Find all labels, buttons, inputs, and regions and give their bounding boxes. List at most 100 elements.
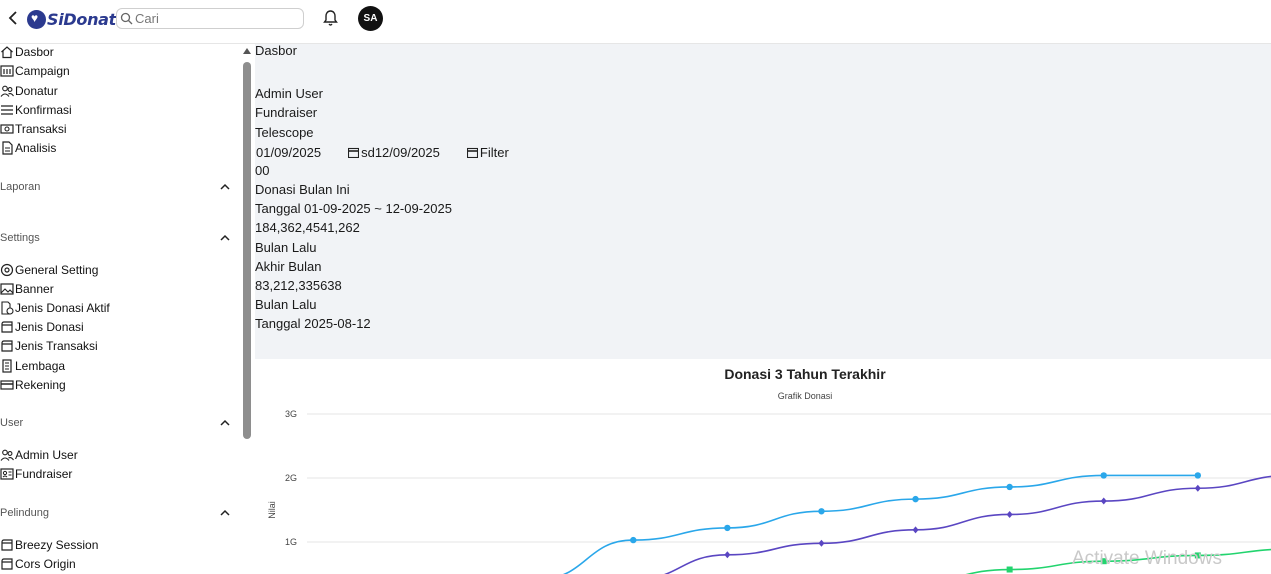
wallet-icon (1, 340, 13, 352)
data-point (630, 536, 637, 544)
sidebar-item-label: Lembaga (15, 359, 66, 373)
campaign-icon (0, 65, 14, 77)
sidebar-item-campaign[interactable]: Campaign (0, 62, 70, 80)
sidebar: Dasbor Campaign Donatur Konfirmasi Trans… (0, 44, 240, 574)
sidebar-item-dasbor[interactable]: Dasbor (0, 43, 54, 61)
sidebar-item-transaksi[interactable]: Transaksi (0, 120, 67, 138)
y-tick-label: 2G (285, 473, 297, 483)
data-point (912, 495, 919, 503)
y-tick-label: 1G (285, 537, 297, 547)
this-month-values: 184,362,4541,262 (255, 220, 360, 235)
prev-month-values: 83,212,335638 (255, 278, 342, 293)
data-point (1006, 483, 1013, 491)
data-point (1194, 484, 1201, 492)
sidebar-item-breezy-session[interactable]: Breezy Session (0, 536, 98, 554)
data-point (724, 551, 731, 559)
bell-icon[interactable] (322, 9, 339, 32)
search-input[interactable] (135, 11, 295, 26)
section-label: User (0, 417, 24, 429)
sidebar-item-label: Breezy Session (15, 538, 99, 552)
breadcrumb[interactable]: Dasbor (255, 42, 297, 60)
prev-month-date: Tanggal 2025-08-12 (255, 316, 371, 331)
sidebar-item-label: Jenis Donasi Aktif (15, 301, 110, 315)
tab-fundraiser[interactable]: Fundraiser (255, 104, 317, 122)
data-point (1100, 472, 1107, 479)
sidebar-item-label: Donatur (15, 84, 58, 98)
id-card-icon (0, 468, 14, 480)
sidebar-item-fundraiser[interactable]: Fundraiser (0, 465, 72, 483)
card-icon (0, 380, 14, 390)
y-tick-label: 3G (285, 409, 297, 419)
section-label: Pelindung (0, 507, 49, 519)
data-point (1006, 510, 1013, 518)
section-user[interactable]: User (0, 417, 234, 433)
data-point (724, 524, 731, 532)
sidebar-item-analisis[interactable]: Analisis (0, 139, 56, 157)
image-icon (0, 283, 14, 295)
end-month-label: Akhir Bulan (255, 259, 322, 274)
sidebar-item-banner[interactable]: Banner (0, 280, 54, 298)
count-value: 00 (255, 163, 270, 178)
data-point (818, 539, 825, 547)
sidebar-item-donatur[interactable]: Donatur (0, 82, 58, 100)
sidebar-item-konfirmasi[interactable]: Konfirmasi (0, 101, 72, 119)
sidebar-item-lembaga[interactable]: Lembaga (0, 357, 65, 375)
sidebar-item-label: Fundraiser (15, 467, 73, 481)
wallet-icon (1, 539, 13, 551)
chevron-up-icon (220, 234, 230, 241)
section-pelindung[interactable]: Pelindung (0, 507, 234, 523)
sidebar-item-admin-user[interactable]: Admin User (0, 446, 78, 464)
date-separator: sd (361, 144, 375, 160)
section-settings[interactable]: Settings (0, 232, 234, 248)
app-logo[interactable]: SiDonat (27, 8, 116, 30)
sidebar-item-label: Admin User (15, 448, 78, 462)
section-label: Settings (0, 232, 40, 244)
sidebar-item-label: Jenis Transaksi (15, 339, 98, 353)
back-arrow-icon[interactable] (6, 10, 22, 28)
sidebar-item-jenis-donasi[interactable]: Jenis Donasi (0, 318, 84, 336)
data-point (1194, 472, 1202, 479)
calendar-icon[interactable] (348, 147, 360, 158)
search-icon (120, 12, 133, 25)
tab-admin-user[interactable]: Admin User (255, 85, 323, 103)
prev-month-label-2: Bulan Lalu (255, 297, 317, 312)
section-label: Laporan (0, 181, 41, 193)
chevron-up-icon (220, 183, 230, 190)
sidebar-item-jenis-transaksi[interactable]: Jenis Transaksi (0, 337, 98, 355)
search-box[interactable] (116, 8, 304, 29)
this-month-range: Tanggal 01-09-2025 ~ 12-09-2025 (255, 201, 452, 216)
section-laporan[interactable]: Laporan (0, 181, 234, 197)
sidebar-item-general-setting[interactable]: General Setting (0, 261, 98, 279)
sidebar-item-label: Transaksi (15, 122, 67, 136)
money-icon (0, 124, 14, 134)
home-icon (1, 46, 13, 59)
date-from-input[interactable]: 01/09/2025 (256, 145, 321, 160)
sidebar-scrollbar-thumb[interactable] (243, 62, 251, 439)
avatar[interactable]: SA (358, 6, 383, 31)
data-point (1006, 566, 1013, 573)
logo-heart-icon (27, 9, 46, 29)
sidebar-item-label: Analisis (15, 141, 57, 155)
sidebar-item-label: Cors Origin (15, 557, 76, 571)
wallet-icon (1, 558, 13, 570)
data-point (912, 526, 919, 534)
chart-plot: 1G 2G 3G Nilai (267, 409, 1271, 574)
windows-activation-watermark: Activate Windows (1072, 548, 1222, 569)
tab-telescope[interactable]: Telescope (255, 124, 314, 142)
list-icon (1, 105, 13, 115)
donation-icon (1, 301, 14, 315)
sidebar-item-rekening[interactable]: Rekening (0, 376, 66, 394)
date-to-input[interactable]: 12/09/2025 (375, 145, 440, 160)
donation-chart: Donasi 3 Tahun Terakhir Grafik Donasi 1G… (255, 360, 1271, 574)
sidebar-item-label: Jenis Donasi (15, 320, 84, 334)
chevron-up-icon (220, 509, 230, 516)
sidebar-item-cors-origin[interactable]: Cors Origin (0, 555, 76, 573)
calendar-icon[interactable] (466, 147, 478, 158)
logo-text: SiDonat (47, 9, 117, 29)
sidebar-item-label: Rekening (15, 378, 66, 392)
building-icon (2, 359, 12, 373)
date-filter-row: 01/09/2025 sd 12/09/2025 Filter (255, 143, 509, 161)
scrollbar-up-arrow[interactable] (243, 48, 251, 54)
filter-button[interactable]: Filter (480, 145, 509, 160)
sidebar-item-jenis-donasi-aktif[interactable]: Jenis Donasi Aktif (0, 299, 110, 317)
